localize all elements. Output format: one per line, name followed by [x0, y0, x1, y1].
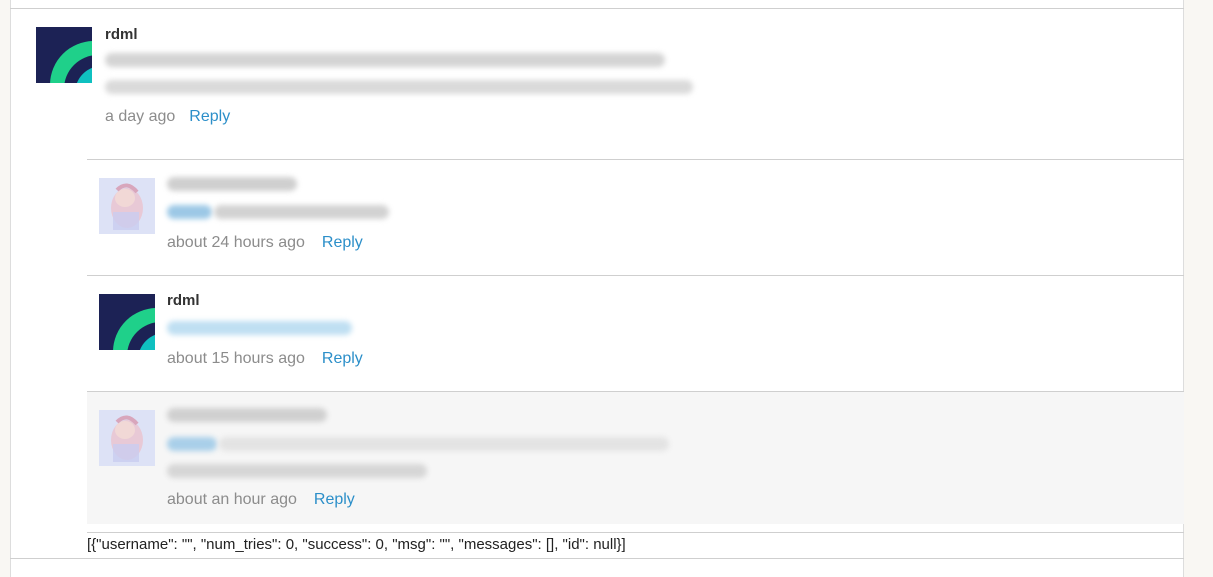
reply-link[interactable]: Reply	[189, 108, 230, 125]
comment-timestamp: a day ago	[105, 108, 176, 125]
comment-meta: a day ago Reply	[105, 108, 230, 126]
reply-divider	[87, 159, 1184, 160]
blurred-comment-text	[105, 53, 665, 67]
top-divider	[10, 8, 1184, 9]
blurred-comment-text	[214, 205, 389, 219]
debug-top-divider	[87, 532, 1184, 533]
comment-timestamp: about 15 hours ago	[167, 350, 305, 367]
comment-meta: about 24 hours ago Reply	[167, 234, 363, 252]
blurred-author-name	[167, 408, 327, 422]
rdml-logo-icon[interactable]	[36, 27, 92, 83]
bottom-divider	[10, 558, 1184, 559]
comment-meta: about an hour ago Reply	[167, 491, 355, 509]
rdml-logo-icon[interactable]	[99, 294, 155, 350]
blurred-comment-text	[167, 464, 427, 478]
blurred-comment-text	[219, 437, 669, 451]
comment-timestamp: about 24 hours ago	[167, 234, 305, 251]
comment-author[interactable]: rdml	[105, 26, 138, 43]
anime-avatar-icon[interactable]	[99, 178, 155, 234]
reply-link[interactable]: Reply	[322, 350, 363, 367]
comment-timestamp: about an hour ago	[167, 491, 297, 508]
reply-divider	[87, 275, 1184, 276]
comment-meta: about 15 hours ago Reply	[167, 350, 363, 368]
blurred-mention-text	[167, 205, 212, 219]
blurred-mention-text	[167, 437, 217, 451]
reply-link[interactable]: Reply	[322, 234, 363, 251]
blurred-mention-text	[167, 321, 352, 335]
anime-avatar-icon[interactable]	[99, 410, 155, 466]
reply-link[interactable]: Reply	[314, 491, 355, 508]
debug-output: [{"username": "", "num_tries": 0, "succe…	[87, 536, 626, 553]
blurred-comment-text	[105, 80, 693, 94]
comment-author[interactable]: rdml	[167, 292, 200, 309]
blurred-author-name	[167, 177, 297, 191]
